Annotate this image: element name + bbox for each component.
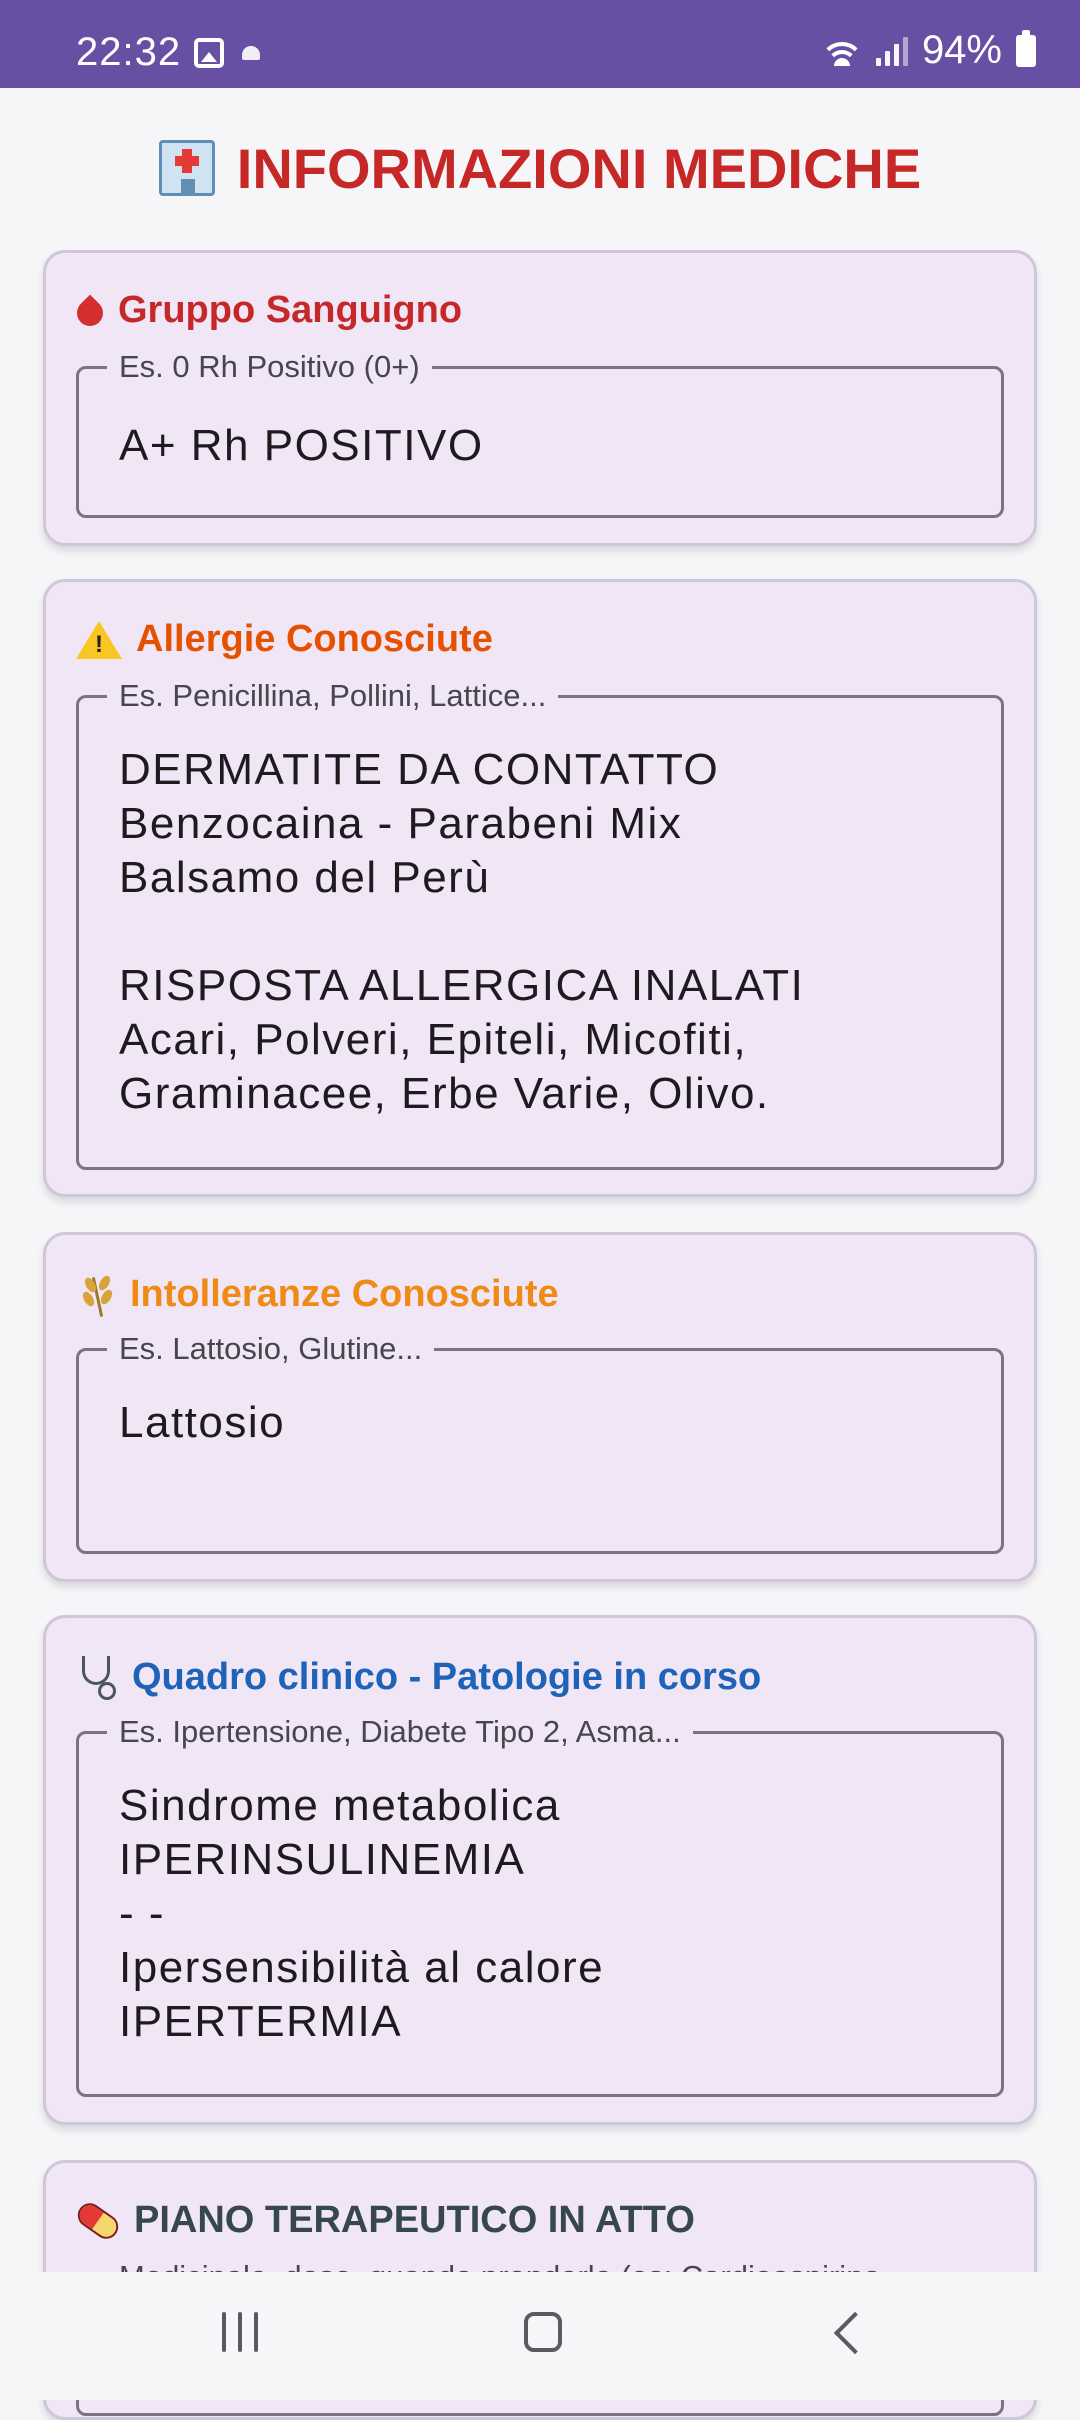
allergies-field[interactable]: Es. Penicillina, Pollini, Lattice... DER…	[76, 678, 1004, 1170]
grain-icon	[76, 1271, 116, 1317]
stethoscope-icon	[76, 1654, 118, 1700]
clinical-field[interactable]: Es. Ipertensione, Diabete Tipo 2, Asma..…	[76, 1714, 1004, 2097]
card-intolerances: Intolleranze Conosciute Es. Lattosio, Gl…	[43, 1232, 1037, 1582]
battery-icon	[1016, 29, 1036, 67]
notification-dot-icon	[242, 46, 260, 60]
recents-icon[interactable]	[222, 2312, 258, 2352]
field-value: Sindrome metabolica IPERINSULINEMIA - - …	[119, 1781, 605, 2046]
card-title-blood-group: Gruppo Sanguigno	[76, 289, 462, 332]
card-title-therapy: PIANO TERAPEUTICO IN ATTO	[73, 2198, 695, 2243]
hospital-icon	[158, 140, 215, 196]
card-title-clinical: Quadro clinico - Patologie in corso	[76, 1654, 761, 1700]
field-value: Lattosio	[119, 1398, 286, 1447]
status-bar: 22:32 94%	[0, 0, 1080, 88]
blood-drop-icon	[76, 294, 104, 328]
card-title-intolerances: Intolleranze Conosciute	[76, 1271, 559, 1317]
navigation-bar	[0, 2272, 1080, 2400]
signal-icon	[875, 36, 908, 66]
wifi-icon	[821, 36, 862, 66]
pill-icon	[73, 2198, 123, 2243]
field-placeholder-label: Es. Penicillina, Pollini, Lattice...	[107, 678, 559, 714]
field-placeholder-label: Es. Lattosio, Glutine...	[107, 1331, 435, 1367]
warning-icon: !	[76, 620, 122, 659]
intolerances-field[interactable]: Es. Lattosio, Glutine... Lattosio	[76, 1331, 1004, 1554]
card-blood-group: Gruppo Sanguigno Es. 0 Rh Positivo (0+) …	[43, 250, 1037, 546]
battery-percent: 94%	[921, 28, 1002, 72]
field-value: A+ Rh POSITIVO	[119, 421, 484, 470]
card-allergies: ! Allergie Conosciute Es. Penicillina, P…	[43, 579, 1037, 1197]
field-placeholder-label: Es. Ipertensione, Diabete Tipo 2, Asma..…	[107, 1714, 693, 1750]
field-value: DERMATITE DA CONTATTO Benzocaina - Parab…	[119, 745, 805, 1118]
home-icon[interactable]	[524, 2312, 562, 2352]
card-title-text: Intolleranze Conosciute	[130, 1272, 559, 1315]
card-title-allergies: ! Allergie Conosciute	[76, 618, 493, 661]
card-title-text: PIANO TERAPEUTICO IN ATTO	[134, 2199, 695, 2241]
field-placeholder-label: Es. 0 Rh Positivo (0+)	[107, 349, 432, 385]
card-clinical: Quadro clinico - Patologie in corso Es. …	[43, 1615, 1037, 2125]
card-title-text: Allergie Conosciute	[136, 618, 493, 660]
status-time: 22:32	[76, 30, 182, 74]
blood-group-field[interactable]: Es. 0 Rh Positivo (0+) A+ Rh POSITIVO	[76, 349, 1004, 518]
card-title-text: Quadro clinico - Patologie in corso	[132, 1655, 762, 1698]
page-title-text: INFORMAZIONI MEDICHE	[236, 137, 922, 200]
status-notification-icons	[194, 38, 260, 68]
gallery-icon	[194, 38, 224, 68]
status-system-icons: 94%	[821, 28, 1036, 73]
card-title-text: Gruppo Sanguigno	[118, 289, 463, 331]
page-title: INFORMAZIONI MEDICHE	[0, 136, 1080, 201]
back-icon[interactable]	[833, 2311, 877, 2355]
